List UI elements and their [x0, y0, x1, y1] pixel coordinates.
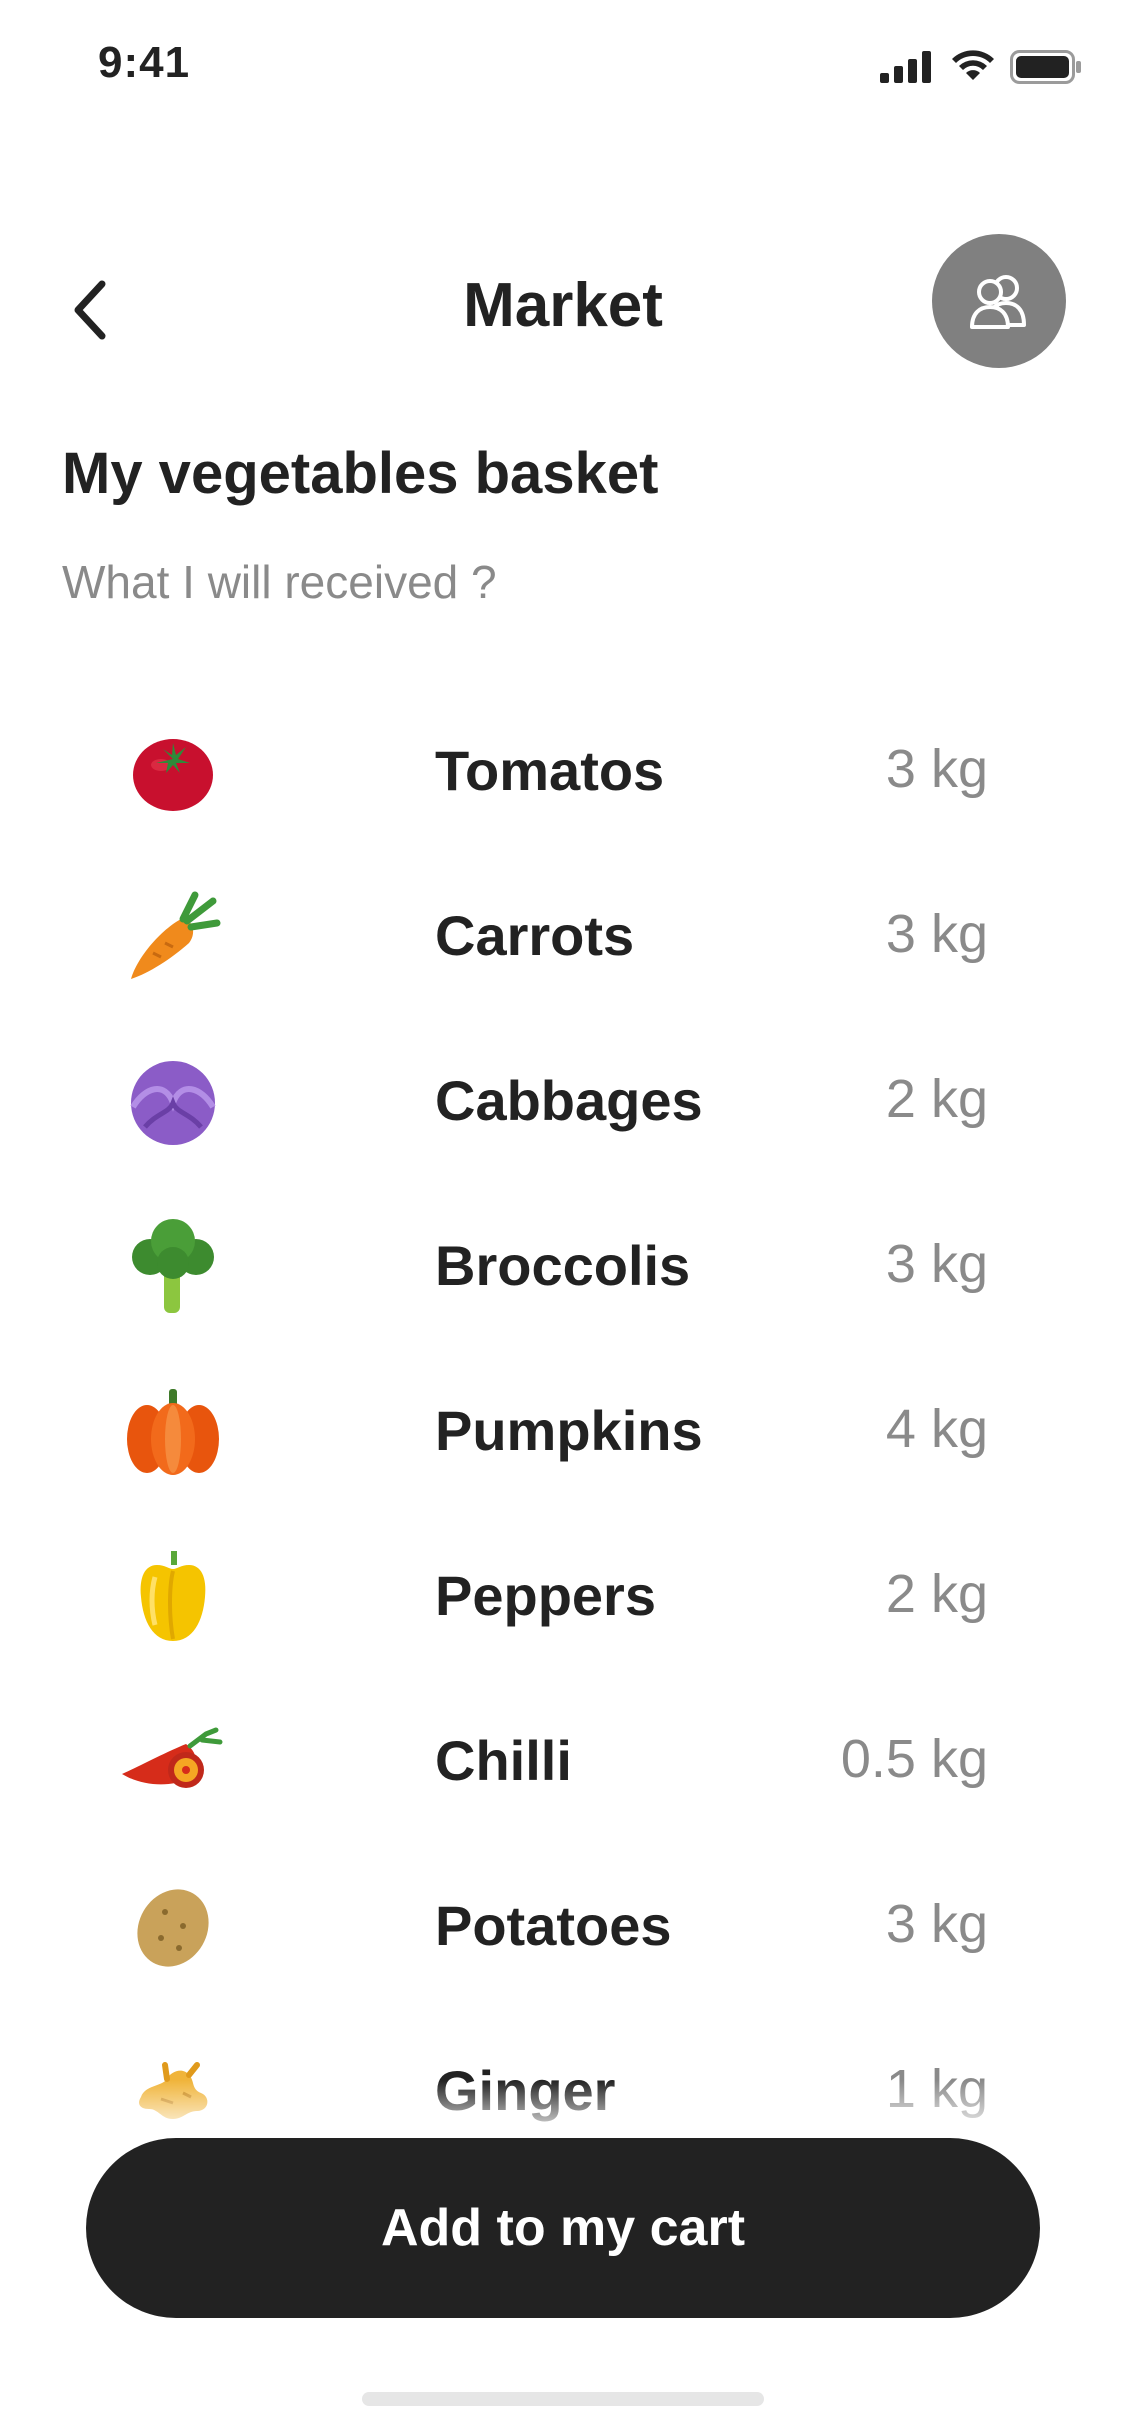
item-quantity: 2 kg: [885, 1069, 988, 1129]
item-name: Potatoes: [435, 1894, 672, 1957]
pepper-icon: [118, 1547, 228, 1647]
item-name: Cabbages: [435, 1069, 703, 1132]
tomato-icon: [118, 722, 228, 822]
status-icons: [880, 50, 1082, 84]
carrot-icon: [118, 887, 228, 987]
list-item: Cabbages 2 kg: [0, 1020, 1126, 1185]
list-item: Broccolis 3 kg: [0, 1185, 1126, 1350]
item-quantity: 0.5 kg: [840, 1729, 988, 1789]
item-quantity: 3 kg: [885, 1894, 988, 1954]
list-item: Carrots 3 kg: [0, 855, 1126, 1020]
item-name: Pumpkins: [435, 1399, 703, 1462]
navigation-bar: Market: [0, 230, 1126, 380]
item-quantity: 3 kg: [885, 739, 988, 799]
people-button[interactable]: [932, 234, 1066, 368]
item-name: Chilli: [435, 1729, 572, 1792]
basket-title: My vegetables basket: [62, 441, 659, 506]
cellular-signal-icon: [880, 51, 931, 83]
list-fade-overlay: [0, 2080, 1126, 2140]
basket-subtitle: What I will received ?: [62, 556, 497, 608]
status-time: 9:41: [98, 38, 191, 87]
status-bar: 9:41: [0, 0, 1126, 140]
item-name: Broccolis: [435, 1234, 691, 1297]
pumpkin-icon: [118, 1382, 228, 1482]
item-quantity: 2 kg: [885, 1564, 988, 1624]
item-quantity: 4 kg: [885, 1399, 988, 1459]
item-name: Peppers: [435, 1564, 656, 1627]
broccoli-icon: [118, 1217, 228, 1317]
list-item: Tomatos 3 kg: [0, 690, 1126, 855]
home-indicator: [362, 2392, 764, 2406]
people-icon: [970, 275, 1026, 329]
list-item: Pumpkins 4 kg: [0, 1350, 1126, 1515]
potato-icon: [118, 1877, 228, 1977]
list-item: Peppers 2 kg: [0, 1515, 1126, 1680]
cabbage-icon: [118, 1052, 228, 1152]
item-name: Carrots: [435, 904, 635, 967]
vegetable-list: Tomatos 3 kg Carrots 3 kg Cabbages 2 kg: [0, 690, 1126, 2175]
item-name: Tomatos: [435, 739, 665, 802]
chilli-icon: [118, 1712, 228, 1812]
wifi-icon: [952, 50, 994, 80]
list-item: Chilli 0.5 kg: [0, 1680, 1126, 1845]
battery-icon: [1010, 50, 1081, 84]
add-to-cart-button[interactable]: Add to my cart: [86, 2138, 1040, 2318]
item-quantity: 3 kg: [885, 1234, 988, 1294]
item-quantity: 3 kg: [885, 904, 988, 964]
list-item: Potatoes 3 kg: [0, 1845, 1126, 2010]
